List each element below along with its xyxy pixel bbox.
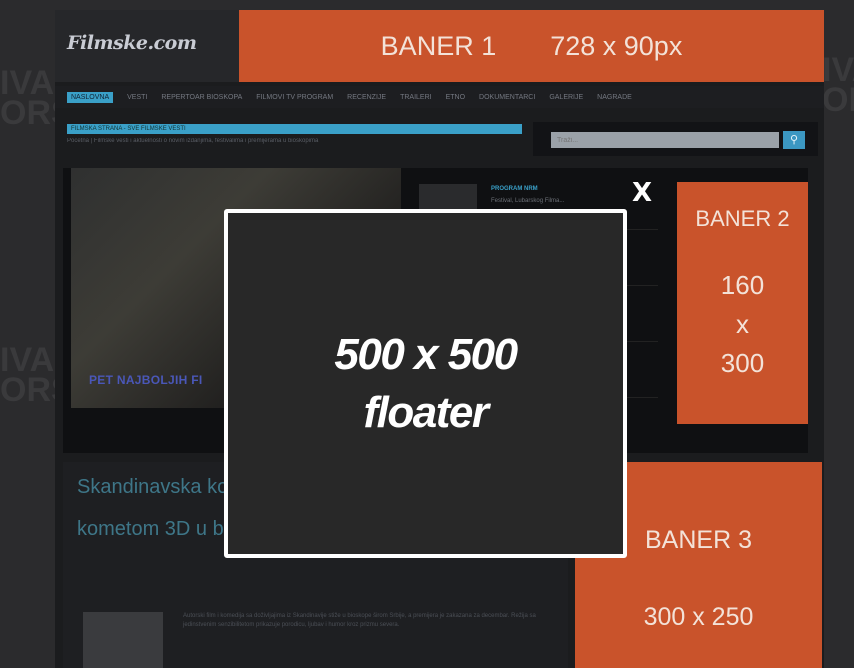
search-button[interactable]: ⚲: [783, 131, 805, 149]
main-nav: NASLOVNA VESTI REPERTOAR BIOSKOPA FILMOV…: [55, 86, 824, 108]
floater-label: floater: [363, 387, 489, 437]
background-word: ORS: [822, 81, 854, 119]
thumb-title: PROGRAM NRM: [491, 186, 538, 192]
banner-2-height: 300: [720, 348, 765, 378]
search-input[interactable]: [551, 132, 779, 148]
floater-ad[interactable]: 500 x 500 floater: [224, 209, 627, 558]
article-text: Autorski film i komedija sa doživljajima…: [183, 613, 536, 628]
article-image[interactable]: [83, 612, 163, 668]
header: Filmske.com BANER 1 728 x 90px: [55, 10, 824, 82]
breadcrumb[interactable]: Pocetna | Filmske vesti i aktuelnosti o …: [67, 138, 522, 144]
thumb-desc: Festival, Lubarskog Filma...: [491, 198, 565, 204]
banner-2-x: x: [736, 309, 749, 339]
banner-2-name: BANER 2: [695, 206, 790, 231]
banner-1[interactable]: BANER 1 728 x 90px: [239, 10, 824, 82]
nav-item[interactable]: DOKUMENTARCI: [479, 94, 535, 101]
banner-2-width: 160: [720, 270, 765, 300]
nav-item[interactable]: GALERIJE: [549, 94, 583, 101]
banner-1-name: BANER 1: [380, 30, 497, 61]
close-button[interactable]: X: [632, 178, 652, 208]
search-box: ⚲: [533, 122, 818, 156]
nav-item[interactable]: ETNO: [446, 94, 465, 101]
nav-item[interactable]: NAGRADE: [597, 94, 632, 101]
nav-item[interactable]: RECENZIJE: [347, 94, 386, 101]
nav-item[interactable]: TRAILERI: [400, 94, 432, 101]
slider-caption[interactable]: PET NAJBOLJIH FI: [89, 373, 202, 387]
close-icon: X: [632, 178, 653, 208]
nav-item[interactable]: VESTI: [127, 94, 147, 101]
info-row: FILMSKA STRANA - SVE FILMSKE VESTI Pocet…: [63, 118, 823, 162]
floater-size: 500 x 500: [334, 329, 518, 379]
nav-item[interactable]: REPERTOAR BIOSKOPA: [161, 94, 242, 101]
banner-3-size: 300 x 250: [643, 603, 754, 631]
search-icon: ⚲: [789, 134, 799, 146]
site-logo[interactable]: Filmske.com: [67, 32, 197, 54]
nav-item-home[interactable]: NASLOVNA: [67, 91, 114, 103]
background-watermark-right: IVAL ORS: [822, 53, 854, 119]
banner-2[interactable]: BANER 2 160 x 300: [677, 182, 808, 424]
nav-item[interactable]: FILMOVI TV PROGRAM: [256, 94, 333, 101]
banner-1-size: 728 x 90px: [550, 30, 683, 61]
breadcrumb-bar: FILMSKA STRANA - SVE FILMSKE VESTI: [67, 124, 522, 134]
